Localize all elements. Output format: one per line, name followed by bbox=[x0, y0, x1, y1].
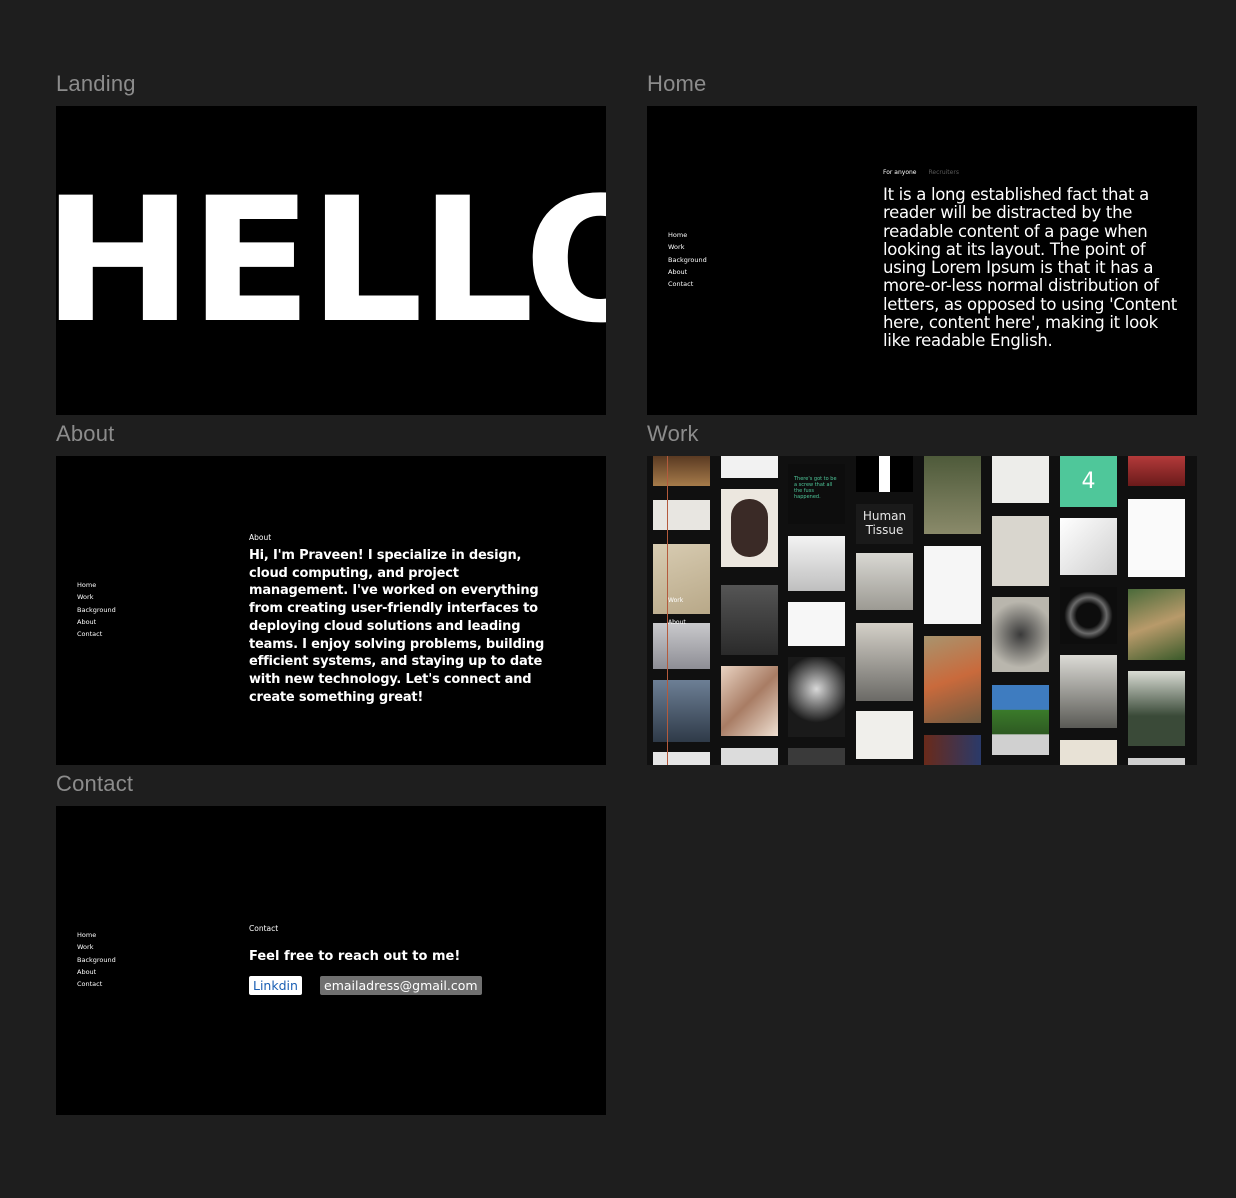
work-tile[interactable] bbox=[992, 456, 1049, 503]
frame-title-landing: Landing bbox=[56, 71, 136, 96]
work-tile[interactable] bbox=[653, 456, 710, 486]
work-overlay-label: Work bbox=[668, 597, 684, 604]
work-tile[interactable] bbox=[1128, 456, 1185, 486]
landing-frame: HELLO bbox=[56, 106, 606, 415]
work-tile[interactable] bbox=[1060, 655, 1117, 728]
work-tile[interactable] bbox=[856, 623, 913, 701]
home-body-text: It is a long established fact that a rea… bbox=[883, 185, 1177, 351]
work-tile[interactable] bbox=[1128, 758, 1185, 765]
audience-tabs: For anyone Recruiters bbox=[883, 169, 959, 176]
work-overlay-label: About bbox=[668, 619, 686, 626]
work-accent-line bbox=[667, 456, 668, 765]
nav-item-background[interactable]: Background bbox=[77, 956, 116, 965]
work-tile-number-badge[interactable]: 4 bbox=[1060, 456, 1117, 507]
work-tile[interactable] bbox=[653, 500, 710, 530]
home-frame: Home Work Background About Contact For a… bbox=[647, 106, 1197, 415]
work-tile[interactable] bbox=[1128, 499, 1185, 577]
nav-item-contact[interactable]: Contact bbox=[77, 980, 116, 989]
nav-item-contact[interactable]: Contact bbox=[77, 630, 116, 639]
nav-item-work[interactable]: Work bbox=[668, 243, 707, 252]
about-body-text: Hi, I'm Praveen! I specialize in design,… bbox=[249, 548, 545, 705]
work-tile-human-tissue[interactable]: Human Tissue bbox=[856, 504, 913, 544]
frame-title-home: Home bbox=[647, 71, 707, 96]
work-tile[interactable] bbox=[788, 657, 845, 737]
work-tile[interactable] bbox=[992, 597, 1049, 672]
frame-title-contact: Contact bbox=[56, 771, 134, 796]
nav-item-about[interactable]: About bbox=[668, 268, 707, 277]
contact-nav: Home Work Background About Contact bbox=[77, 931, 116, 989]
work-tile[interactable] bbox=[653, 680, 710, 742]
contact-frame: Home Work Background About Contact Conta… bbox=[56, 806, 606, 1115]
work-tile[interactable] bbox=[1060, 587, 1117, 644]
work-frame: There's got to be a screw that all the f… bbox=[647, 456, 1197, 765]
work-tile[interactable] bbox=[924, 636, 981, 723]
work-tile[interactable] bbox=[721, 748, 778, 765]
work-tile[interactable] bbox=[788, 602, 845, 646]
work-tile[interactable] bbox=[788, 536, 845, 591]
about-frame: Home Work Background About Contact About… bbox=[56, 456, 606, 765]
work-tile-artwork bbox=[731, 499, 768, 557]
work-tile[interactable] bbox=[721, 666, 778, 736]
work-tile[interactable] bbox=[721, 456, 778, 478]
work-tile[interactable] bbox=[1128, 589, 1185, 660]
work-tile[interactable] bbox=[924, 735, 981, 765]
about-section-label: About bbox=[249, 533, 272, 542]
about-nav: Home Work Background About Contact bbox=[77, 581, 116, 639]
work-tile-text[interactable]: There's got to be a screw that all the f… bbox=[788, 464, 845, 524]
nav-item-home[interactable]: Home bbox=[77, 581, 116, 590]
work-tile[interactable] bbox=[1060, 518, 1117, 575]
work-tile[interactable] bbox=[856, 711, 913, 759]
nav-item-background[interactable]: Background bbox=[77, 606, 116, 615]
work-tile[interactable] bbox=[1060, 740, 1117, 765]
work-tile[interactable] bbox=[992, 516, 1049, 586]
frame-title-work: Work bbox=[647, 421, 699, 446]
work-tile[interactable] bbox=[721, 489, 778, 567]
work-tile[interactable] bbox=[788, 748, 845, 765]
frame-title-about: About bbox=[56, 421, 115, 446]
nav-item-about[interactable]: About bbox=[77, 618, 116, 627]
nav-item-work[interactable]: Work bbox=[77, 943, 116, 952]
hero-hello-text: HELLO bbox=[56, 160, 606, 361]
work-tile[interactable] bbox=[992, 685, 1049, 755]
nav-item-work[interactable]: Work bbox=[77, 593, 116, 602]
nav-item-home[interactable]: Home bbox=[77, 931, 116, 940]
contact-heading: Feel free to reach out to me! bbox=[249, 949, 461, 964]
contact-section-label: Contact bbox=[249, 924, 279, 933]
work-tile[interactable] bbox=[653, 752, 710, 765]
nav-item-about[interactable]: About bbox=[77, 968, 116, 977]
work-tile[interactable] bbox=[856, 456, 913, 492]
nav-item-home[interactable]: Home bbox=[668, 231, 707, 240]
linkedin-link[interactable]: Linkdin bbox=[249, 976, 302, 995]
nav-item-background[interactable]: Background bbox=[668, 256, 707, 265]
home-nav: Home Work Background About Contact bbox=[668, 231, 707, 289]
work-tile[interactable] bbox=[721, 585, 778, 655]
work-tile[interactable] bbox=[1128, 671, 1185, 746]
work-tile[interactable] bbox=[856, 553, 913, 610]
email-link[interactable]: emailadress@gmail.com bbox=[320, 976, 482, 995]
tab-for-anyone[interactable]: For anyone bbox=[883, 169, 916, 176]
work-tile[interactable] bbox=[653, 623, 710, 669]
tab-recruiters[interactable]: Recruiters bbox=[928, 169, 958, 176]
work-tile[interactable] bbox=[924, 456, 981, 534]
work-tile[interactable] bbox=[924, 546, 981, 624]
nav-item-contact[interactable]: Contact bbox=[668, 280, 707, 289]
